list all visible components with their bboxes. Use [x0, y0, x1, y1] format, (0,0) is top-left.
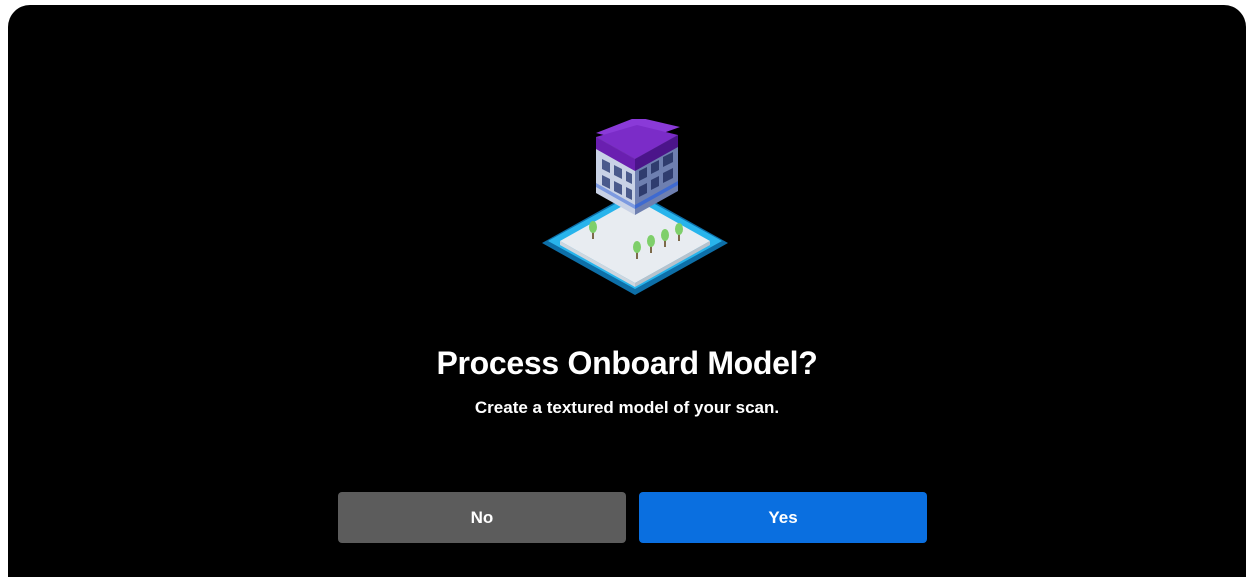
- onboard-model-dialog: Process Onboard Model? Create a textured…: [8, 5, 1246, 577]
- building-model-icon: [542, 119, 728, 295]
- yes-button[interactable]: Yes: [639, 492, 927, 543]
- dialog-title: Process Onboard Model?: [436, 345, 818, 381]
- dialog-subtitle: Create a textured model of your scan.: [474, 398, 780, 417]
- no-button[interactable]: No: [338, 492, 626, 543]
